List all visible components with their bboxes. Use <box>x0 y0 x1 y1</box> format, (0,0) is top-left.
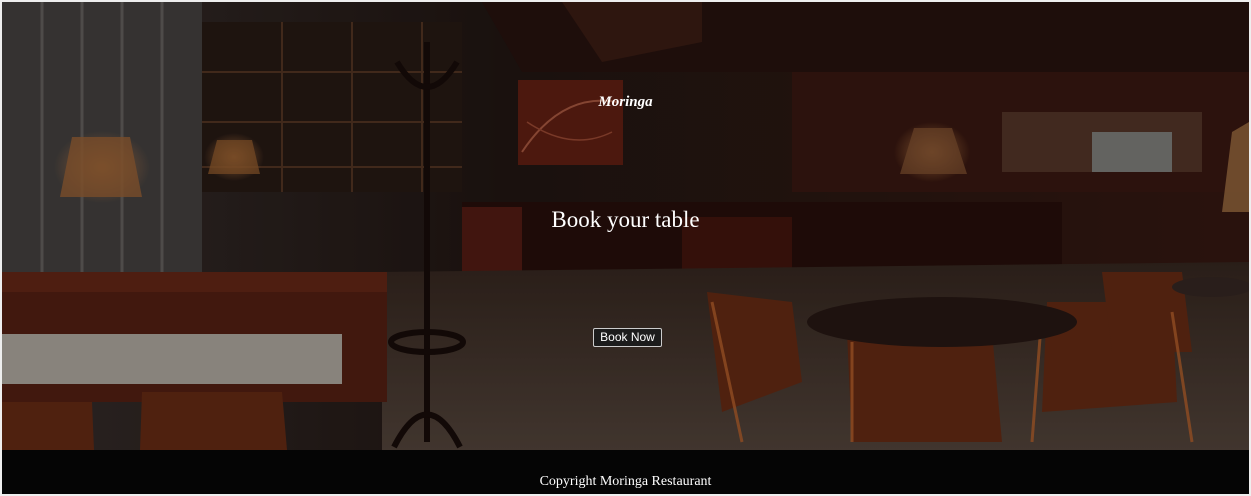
brand-logo[interactable]: Moringa <box>0 94 1251 111</box>
footer-copyright: Copyright Moringa Restaurant <box>539 474 712 489</box>
book-now-button[interactable]: Book Now <box>593 328 662 347</box>
hero-headline: Book your table <box>551 207 700 232</box>
